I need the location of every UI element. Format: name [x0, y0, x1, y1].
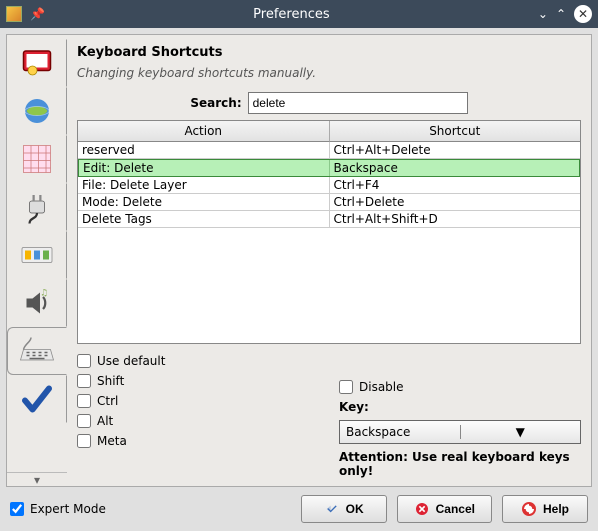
tab-audio[interactable]: ♫ — [7, 279, 67, 327]
use-default-checkbox[interactable]: Use default — [77, 354, 319, 368]
ctrl-checkbox[interactable]: Ctrl — [77, 394, 319, 408]
column-header-shortcut[interactable]: Shortcut — [330, 121, 581, 142]
cell-action: reserved — [78, 142, 330, 158]
tab-display-settings[interactable] — [7, 39, 67, 87]
column-header-action[interactable]: Action — [78, 121, 330, 142]
window-title: Preferences — [45, 7, 538, 22]
ok-button[interactable]: OK — [301, 495, 387, 523]
shift-checkbox[interactable]: Shift — [77, 374, 319, 388]
tabstrip-scroll-down-icon[interactable]: ▾ — [7, 472, 67, 486]
table-row[interactable]: Delete TagsCtrl+Alt+Shift+D — [78, 211, 580, 228]
dialog-footer: Expert Mode OK Cancel Help — [6, 487, 592, 525]
cell-shortcut: Ctrl+F4 — [330, 177, 581, 193]
cell-shortcut: Ctrl+Alt+Delete — [330, 142, 581, 158]
keyboard-shortcuts-panel: Keyboard Shortcuts Changing keyboard sho… — [67, 35, 591, 486]
panel-title: Keyboard Shortcuts — [77, 45, 581, 60]
minimize-icon[interactable]: ⌄ — [538, 7, 548, 21]
shortcuts-table[interactable]: Action Shortcut reservedCtrl+Alt+DeleteE… — [77, 120, 581, 344]
check-icon — [19, 381, 55, 417]
tab-plugins[interactable] — [7, 183, 67, 231]
expert-mode-checkbox[interactable]: Expert Mode — [10, 502, 106, 516]
disable-checkbox[interactable]: Disable — [339, 380, 581, 394]
ok-icon — [324, 501, 340, 517]
tab-globe[interactable] — [7, 87, 67, 135]
tab-validator[interactable] — [7, 375, 67, 423]
audio-icon: ♫ — [19, 285, 55, 321]
panel-subtitle: Changing keyboard shortcuts manually. — [77, 66, 581, 80]
cell-action: Delete Tags — [78, 211, 330, 227]
close-icon[interactable]: ✕ — [574, 5, 592, 23]
globe-icon — [19, 93, 55, 129]
svg-text:♫: ♫ — [40, 289, 48, 299]
table-row[interactable]: File: Delete LayerCtrl+F4 — [78, 177, 580, 194]
table-row[interactable]: Edit: DeleteBackspace — [78, 159, 580, 177]
tab-grid[interactable] — [7, 135, 67, 183]
cancel-icon — [414, 501, 430, 517]
key-select[interactable]: Backspace ▼ — [339, 420, 581, 444]
cell-action: Mode: Delete — [78, 194, 330, 210]
tab-keyboard[interactable] — [7, 327, 67, 375]
attention-text: Attention: Use real keyboard keys only! — [339, 450, 581, 478]
category-tabstrip: ♫▾ — [7, 35, 67, 486]
cell-shortcut: Backspace — [330, 160, 580, 176]
key-label: Key: — [339, 400, 581, 414]
cancel-button[interactable]: Cancel — [397, 495, 492, 523]
pin-icon[interactable]: 📌 — [30, 7, 45, 21]
help-button[interactable]: Help — [502, 495, 588, 523]
cell-shortcut: Ctrl+Delete — [330, 194, 581, 210]
display-icon — [19, 45, 55, 81]
cell-action: File: Delete Layer — [78, 177, 330, 193]
maximize-icon[interactable]: ⌃ — [556, 7, 566, 21]
meta-checkbox[interactable]: Meta — [77, 434, 319, 448]
keyboard-icon — [19, 333, 55, 369]
chevron-down-icon: ▼ — [460, 425, 581, 439]
alt-checkbox[interactable]: Alt — [77, 414, 319, 428]
search-label: Search: — [190, 96, 241, 110]
toolbar-icon — [19, 237, 55, 273]
cell-action: Edit: Delete — [79, 160, 330, 176]
table-row[interactable]: Mode: DeleteCtrl+Delete — [78, 194, 580, 211]
cell-shortcut: Ctrl+Alt+Shift+D — [330, 211, 581, 227]
table-row[interactable]: reservedCtrl+Alt+Delete — [78, 142, 580, 159]
help-icon — [521, 501, 537, 517]
key-select-value: Backspace — [340, 425, 460, 439]
grid-icon — [19, 141, 55, 177]
app-icon — [6, 6, 22, 22]
search-input[interactable] — [248, 92, 468, 114]
plug-icon — [19, 189, 55, 225]
tab-toolbars[interactable] — [7, 231, 67, 279]
titlebar: 📌 Preferences ⌄ ⌃ ✕ — [0, 0, 598, 28]
